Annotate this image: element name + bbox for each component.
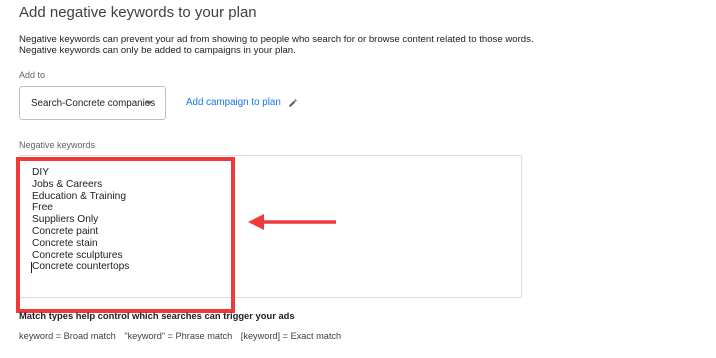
description-line-1: Negative keywords can prevent your ad fr…	[19, 34, 534, 45]
add-campaign-link[interactable]: Add campaign to plan	[186, 97, 298, 108]
phrase-match-text: "keyword" = Phrase match	[124, 331, 233, 341]
description-line-2: Negative keywords can only be added to c…	[19, 45, 296, 56]
campaign-dropdown[interactable]: Search-Concrete companies	[19, 86, 166, 120]
add-to-label: Add to	[19, 70, 46, 80]
arrow-left-icon	[248, 214, 336, 230]
broad-match-text: keyword = Broad match	[19, 331, 116, 341]
campaign-dropdown-value: Search-Concrete companies	[31, 97, 156, 109]
description: Negative keywords can prevent your ad fr…	[19, 34, 534, 56]
negative-keywords-label: Negative keywords	[19, 140, 96, 150]
page: Add negative keywords to your plan Negat…	[0, 0, 716, 358]
caret-down-icon	[145, 101, 153, 105]
page-title: Add negative keywords to your plan	[19, 4, 257, 21]
annotation-highlight-box	[16, 157, 235, 313]
add-campaign-label: Add campaign to plan	[186, 97, 281, 108]
exact-match-text: [keyword] = Exact match	[240, 331, 342, 341]
match-types-legend: keyword = Broad match "keyword" = Phrase…	[19, 331, 347, 341]
pencil-icon	[289, 98, 297, 107]
match-types-heading: Match types help control which searches …	[19, 310, 295, 321]
